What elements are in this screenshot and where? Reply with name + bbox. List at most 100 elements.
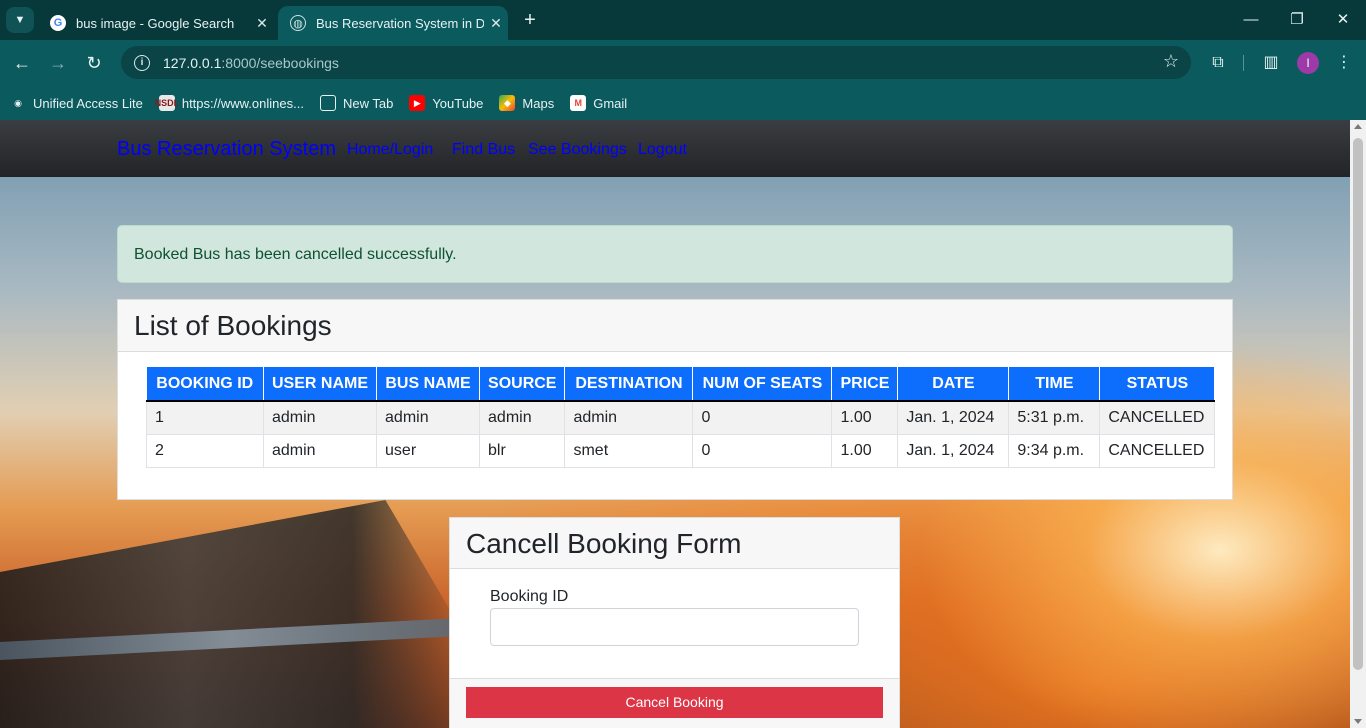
nav-link-find-bus[interactable]: Find Bus: [452, 141, 515, 159]
globe-icon: ◍: [290, 15, 306, 31]
bookmark-label: YouTube: [432, 95, 484, 111]
column-header: BUS NAME: [376, 367, 481, 402]
bookmark-label: Gmail: [593, 95, 628, 111]
table-cell: admin: [479, 400, 566, 435]
table-cell: CANCELLED: [1099, 400, 1216, 435]
bookmark-label: Unified Access Lite: [33, 95, 143, 111]
back-icon[interactable]: ←: [9, 50, 35, 76]
background-bus-image: [0, 500, 470, 728]
table-cell: Jan. 1, 2024: [897, 400, 1010, 435]
bookmark-label: https://www.onlines...: [181, 95, 304, 111]
cancel-booking-button[interactable]: Cancel Booking: [466, 687, 883, 718]
bookings-title: List of Bookings: [118, 300, 1232, 352]
bookings-card: List of Bookings BOOKING ID USER NAME BU…: [117, 299, 1233, 500]
table-cell: 1: [146, 400, 264, 435]
table-cell: admin: [376, 400, 481, 435]
restore-icon[interactable]: ❐: [1284, 8, 1310, 32]
app-navbar: Bus Reservation System Home/Login Find B…: [0, 120, 1350, 177]
maps-icon: ◆: [499, 95, 516, 111]
tab-google-search[interactable]: G bus image - Google Search ✕: [38, 6, 274, 40]
bookmark-star-icon[interactable]: ☆: [1163, 51, 1179, 72]
bookmark-label: Maps: [522, 95, 555, 111]
column-header: DESTINATION: [564, 367, 694, 402]
table-row: 2 admin user blr smet 0 1.00 Jan. 1, 202…: [146, 433, 1216, 468]
chevron-down-icon: ▼: [14, 14, 26, 26]
bookmark-label: New Tab: [342, 95, 394, 111]
bookmark-gmail[interactable]: M Gmail: [570, 95, 627, 111]
address-bar[interactable]: i 127.0.0.1:8000/seebookings ☆: [121, 46, 1191, 79]
nsdl-icon: NSDL: [155, 95, 179, 111]
table-cell: 5:31 p.m.: [1008, 400, 1101, 435]
cancel-booking-card: Cancell Booking Form Booking ID Cancel B…: [449, 517, 900, 728]
column-header: USER NAME: [263, 367, 378, 402]
alert-message: Booked Bus has been cancelled successful…: [134, 246, 457, 263]
bookmark-youtube[interactable]: ▶ YouTube: [409, 95, 483, 111]
scroll-down-arrow-icon[interactable]: [1354, 719, 1362, 724]
table-cell: user: [376, 433, 481, 468]
table-cell: 0: [692, 400, 833, 435]
nav-link-see-bookings[interactable]: See Bookings: [528, 141, 627, 159]
column-header: PRICE: [831, 367, 899, 402]
column-header: BOOKING ID: [146, 367, 264, 402]
extensions-icon[interactable]: ⧉: [1207, 52, 1229, 74]
scrollbar-thumb[interactable]: [1353, 138, 1363, 670]
site-info-icon[interactable]: i: [134, 54, 150, 71]
table-cell: admin: [564, 400, 694, 435]
gmail-icon: M: [570, 95, 587, 111]
table-cell: smet: [564, 433, 694, 468]
ual-icon: ◉: [14, 97, 22, 108]
cancel-form-footer: Cancel Booking: [450, 678, 899, 728]
bookmark-unified-access[interactable]: ◉ Unified Access Lite: [10, 95, 143, 111]
booking-id-input[interactable]: [490, 608, 859, 646]
booking-id-label: Booking ID: [490, 588, 569, 605]
tab-search-button[interactable]: ▼: [6, 7, 34, 33]
nav-link-home-login[interactable]: Home/Login: [347, 141, 433, 159]
column-header: TIME: [1008, 367, 1101, 402]
bookmarks-bar: ◉ Unified Access Lite NSDL https://www.o…: [0, 86, 1366, 120]
column-header: SOURCE: [479, 367, 566, 402]
page-viewport: Bus Reservation System Home/Login Find B…: [0, 120, 1366, 728]
url-path: :8000/seebookings: [221, 54, 339, 71]
browser-toolbar: ← → ↻ i 127.0.0.1:8000/seebookings ☆ ⧉ ▥…: [0, 40, 1366, 86]
tab-title: bus image - Google Search: [76, 15, 235, 31]
close-icon[interactable]: ✕: [484, 15, 508, 32]
bookmark-onlines[interactable]: NSDL https://www.onlines...: [155, 95, 304, 111]
success-alert: Booked Bus has been cancelled successful…: [117, 225, 1233, 283]
page-scrollbar[interactable]: [1350, 120, 1366, 728]
table-cell: admin: [262, 400, 378, 435]
column-header: NUM OF SEATS: [692, 367, 833, 402]
url-text[interactable]: 127.0.0.1:8000/seebookings: [163, 55, 339, 71]
table-cell: 0: [692, 433, 833, 468]
bookings-table: BOOKING ID USER NAME BUS NAME SOURCE DES…: [146, 367, 1216, 468]
close-icon[interactable]: ✕: [250, 15, 274, 32]
youtube-icon: ▶: [409, 95, 426, 111]
reload-icon[interactable]: ↻: [81, 50, 107, 76]
menu-icon[interactable]: ⋮: [1333, 52, 1355, 74]
tab-title: Bus Reservation System in Djang: [316, 15, 484, 31]
tab-strip: ▼ G bus image - Google Search ✕ ◍ Bus Re…: [0, 0, 1366, 40]
globe-icon: [319, 95, 336, 111]
bookmark-new-tab[interactable]: New Tab: [319, 95, 394, 111]
table-cell: admin: [262, 433, 378, 468]
column-header: STATUS: [1099, 367, 1216, 402]
brand-link[interactable]: Bus Reservation System: [117, 138, 336, 161]
side-panel-icon[interactable]: ▥: [1260, 52, 1282, 74]
table-cell: 1.00: [831, 400, 899, 435]
bookmark-maps[interactable]: ◆ Maps: [499, 95, 554, 111]
tab-bus-reservation[interactable]: ◍ Bus Reservation System in Djang ✕: [278, 6, 508, 40]
forward-icon[interactable]: →: [45, 50, 71, 76]
table-cell: 9:34 p.m.: [1008, 433, 1101, 468]
cancel-form-title: Cancell Booking Form: [450, 518, 899, 569]
close-window-icon[interactable]: ✕: [1330, 8, 1356, 32]
toolbar-divider: [1243, 55, 1244, 71]
table-header-row: BOOKING ID USER NAME BUS NAME SOURCE DES…: [146, 367, 1216, 402]
scroll-up-arrow-icon[interactable]: [1354, 124, 1362, 129]
table-cell: Jan. 1, 2024: [897, 433, 1010, 468]
new-tab-button[interactable]: +: [518, 9, 542, 33]
profile-avatar[interactable]: I: [1297, 52, 1319, 74]
url-host: 127.0.0.1: [163, 54, 222, 71]
nav-link-logout[interactable]: Logout: [638, 141, 687, 159]
column-header: DATE: [897, 367, 1010, 402]
table-row: 1 admin admin admin admin 0 1.00 Jan. 1,…: [146, 400, 1216, 435]
minimize-icon[interactable]: —: [1238, 8, 1264, 32]
